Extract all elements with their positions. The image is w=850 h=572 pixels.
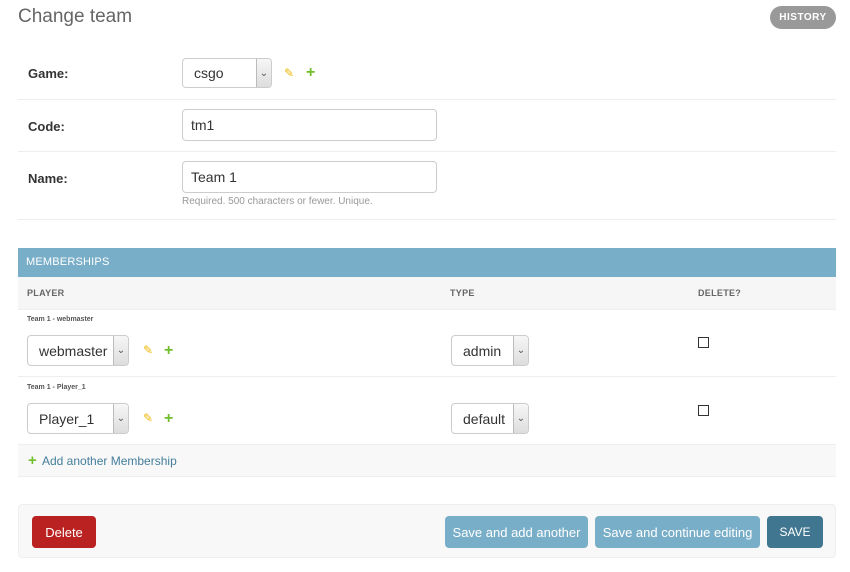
game-label: Game: [28, 66, 69, 81]
name-help-text: Required. 500 characters or fewer. Uniqu… [182, 196, 373, 207]
membership-row: Team 1 - Player_1 Player_1 ⌄ ✎ + default… [18, 377, 836, 445]
name-input[interactable]: Team 1 [182, 161, 437, 193]
plus-icon[interactable]: + [164, 411, 173, 427]
chevron-down-icon: ⌄ [256, 59, 271, 87]
delete-checkbox[interactable] [698, 405, 709, 416]
type-select-value: default [463, 411, 506, 427]
pencil-icon[interactable]: ✎ [143, 411, 153, 425]
game-field-row: Game: csgo ⌄ ✎ + [18, 48, 836, 100]
player-select-value: webmaster [39, 343, 108, 359]
plus-icon[interactable]: + [306, 65, 315, 81]
type-select[interactable]: admin ⌄ [451, 335, 529, 366]
name-label: Name: [28, 171, 68, 186]
delete-checkbox[interactable] [698, 337, 709, 348]
name-field-row: Name: Team 1 Required. 500 characters or… [18, 152, 836, 220]
column-player: PLAYER [27, 288, 65, 298]
membership-row: Team 1 - webmaster webmaster ⌄ ✎ + admin… [18, 309, 836, 377]
column-type: TYPE [450, 288, 475, 298]
history-button[interactable]: HISTORY [770, 6, 836, 29]
player-select[interactable]: webmaster ⌄ [27, 335, 129, 366]
player-select-value: Player_1 [39, 411, 95, 427]
code-label: Code: [28, 119, 65, 134]
pencil-icon[interactable]: ✎ [143, 343, 153, 357]
add-membership-row[interactable]: + Add another Membership [18, 445, 836, 477]
chevron-down-icon: ⌄ [113, 404, 128, 433]
column-delete: DELETE? [698, 288, 742, 298]
submit-row: Delete Save and add another Save and con… [18, 504, 836, 558]
delete-button[interactable]: Delete [32, 516, 96, 548]
player-select[interactable]: Player_1 ⌄ [27, 403, 129, 434]
code-field-row: Code: tm1 [18, 100, 836, 152]
chevron-down-icon: ⌄ [513, 336, 528, 365]
membership-original: Team 1 - webmaster [27, 316, 94, 323]
chevron-down-icon: ⌄ [513, 404, 528, 433]
game-select[interactable]: csgo ⌄ [182, 58, 272, 88]
memberships-caption: MEMBERSHIPS [18, 248, 836, 277]
pencil-icon[interactable]: ✎ [284, 66, 294, 80]
add-membership-link[interactable]: Add another Membership [42, 454, 177, 468]
plus-icon: + [28, 452, 37, 469]
type-select[interactable]: default ⌄ [451, 403, 529, 434]
save-button[interactable]: SAVE [767, 516, 823, 548]
save-and-continue-button[interactable]: Save and continue editing [595, 516, 760, 548]
memberships-header: PLAYER TYPE DELETE? [18, 277, 836, 310]
game-select-value: csgo [194, 65, 224, 81]
save-and-add-another-button[interactable]: Save and add another [445, 516, 588, 548]
plus-icon[interactable]: + [164, 343, 173, 359]
chevron-down-icon: ⌄ [113, 336, 128, 365]
membership-original: Team 1 - Player_1 [27, 384, 86, 391]
code-input[interactable]: tm1 [182, 109, 437, 141]
type-select-value: admin [463, 343, 502, 359]
page-title: Change team [18, 6, 133, 27]
